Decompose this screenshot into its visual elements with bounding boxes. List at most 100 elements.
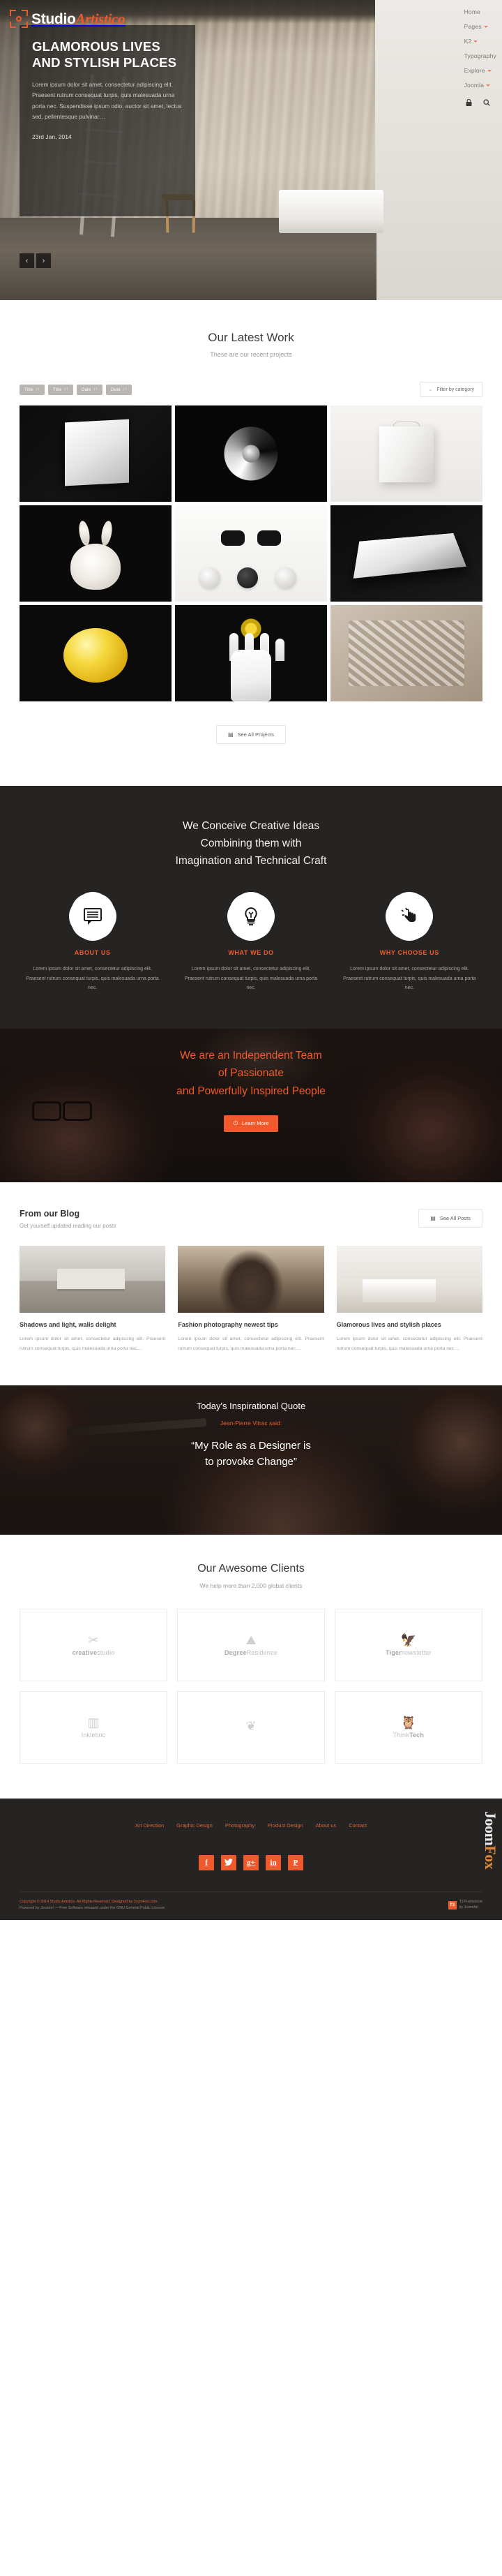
footer-link-photography[interactable]: Photography [225, 1822, 255, 1829]
portfolio-item-glasses-lenses[interactable] [175, 505, 327, 602]
blog-post-excerpt: Lorem ipsum dolor sit amet, consectetur … [20, 1337, 166, 1351]
copyright-bar: Copyright © 2014 Studio Artistico. All R… [20, 1891, 482, 1920]
footer-link-contact[interactable]: Contact [349, 1822, 367, 1829]
bird-icon: 🦅 [400, 1632, 417, 1647]
t3-framework-badge[interactable]: T3 T3 Framework by JoomlArt [448, 1900, 482, 1911]
joomfox-text-fox: Fox [482, 1845, 499, 1870]
site-logo[interactable]: StudioArtistico [10, 10, 126, 28]
nav-item-home[interactable]: Home [464, 8, 480, 15]
feature-why-choose-us[interactable]: WHY CHOOSE US Lorem ipsum dolor sit amet… [337, 896, 482, 992]
footer-link-about-us[interactable]: About us [316, 1822, 337, 1829]
blog-post-title: Fashion photography newest tips [178, 1321, 278, 1329]
portfolio-item-spiral-shell[interactable] [175, 405, 327, 502]
copyright-line1: Copyright © 2014 Studio Artistico. All R… [20, 1899, 158, 1904]
quote-text-line2: to provoke Change” [205, 1456, 297, 1468]
leaf-icon: ❦ [245, 1718, 257, 1733]
lock-icon[interactable] [466, 98, 472, 108]
client-logo-thinktech[interactable]: 🦉 ThinkTech [335, 1690, 482, 1764]
nav-item-k2[interactable]: K2 [464, 38, 478, 45]
latest-work-section: Our Latest Work These are our recent pro… [0, 300, 502, 786]
see-all-projects-button[interactable]: ▤ See All Projects [215, 725, 287, 744]
google-plus-icon[interactable]: g+ [243, 1854, 259, 1870]
nav-item-pages[interactable]: Pages [464, 23, 488, 30]
client-logo-inkletinc[interactable]: ▥ Inkletinc [20, 1690, 167, 1764]
nav-label: Typography [464, 52, 496, 59]
blog-post-card[interactable]: Glamorous lives and stylish places Lorem… [336, 1246, 482, 1353]
learn-more-button[interactable]: ⏻ Learn More [223, 1115, 279, 1132]
t3-label: T3 Framework by JoomlArt [459, 1900, 482, 1911]
chevron-down-icon [487, 69, 492, 72]
linkedin-icon[interactable]: in [266, 1854, 281, 1870]
twitter-icon[interactable] [221, 1854, 236, 1870]
sort-date-desc-button[interactable]: Date ↓↑ [106, 384, 132, 395]
client-logo-leaf[interactable]: ❦ [177, 1690, 325, 1764]
portfolio-item-yellow-lemon[interactable] [20, 605, 172, 701]
nav-item-joomla[interactable]: Joomla [464, 82, 491, 89]
clients-section: Our Awesome Clients We help more than 2,… [0, 1535, 502, 1799]
feature-body: Lorem ipsum dolor sit amet, consectetur … [184, 967, 318, 990]
nav-label: Joomla [464, 82, 485, 89]
blog-thumbnail[interactable] [20, 1246, 166, 1313]
feature-title: WHY CHOOSE US [379, 949, 439, 957]
camera-frame-icon [10, 10, 28, 28]
blog-post-card[interactable]: Fashion photography newest tips Lorem ip… [178, 1246, 324, 1353]
pinterest-icon[interactable]: P [288, 1854, 303, 1870]
feature-what-we-do[interactable]: WHAT WE DO Lorem ipsum dolor sit amet, c… [178, 896, 324, 992]
footer-link-list[interactable]: Art Direction Graphic Design Photography… [20, 1822, 482, 1829]
nav-label: Pages [464, 23, 482, 30]
slider-next-button[interactable]: › [36, 253, 51, 268]
team-content: We are an Independent Team of Passionate… [0, 1029, 502, 1132]
hero-description: Lorem ipsum dolor sit amet, consectetur … [32, 81, 182, 121]
blog-thumbnail[interactable] [336, 1246, 482, 1313]
blog-thumbnail[interactable] [178, 1246, 324, 1313]
feature-body: Lorem ipsum dolor sit amet, consectetur … [26, 967, 159, 990]
portfolio-item-crumpled-fabric[interactable] [330, 605, 482, 701]
sort-label: Date [111, 387, 121, 392]
portfolio-item-paper-bag[interactable] [330, 405, 482, 502]
footer-link-art-direction[interactable]: Art Direction [135, 1822, 164, 1829]
grid-icon: ▤ [430, 1215, 436, 1222]
portfolio-item-plush-bunny[interactable] [20, 505, 172, 602]
slider-prev-button[interactable]: ‹ [20, 253, 34, 268]
chevron-down-icon [486, 84, 491, 87]
filter-by-category-button[interactable]: ⌄ Filter by category [420, 382, 482, 397]
logo-text: StudioArtistico [31, 10, 126, 27]
hero-slider-controls[interactable]: ‹ › [20, 253, 51, 268]
main-navigation[interactable]: Home Pages K2 Typography Explore Joomla [452, 6, 496, 108]
client-logo-degree-residence[interactable]: ⛰ DegreeResidence [177, 1608, 325, 1681]
team-parallax-section: We are an Independent Team of Passionate… [0, 1029, 502, 1183]
footer-link-product-design[interactable]: Product Design [267, 1822, 303, 1829]
portfolio-item-folded-paper[interactable] [20, 405, 172, 502]
portfolio-item-open-book[interactable] [330, 505, 482, 602]
client-name: ThinkTech [393, 1731, 425, 1739]
logo-text-artistico: Artistico [75, 10, 126, 27]
client-logo-creative-studio[interactable]: ✂ creativestudio [20, 1608, 167, 1681]
t3-logo-icon: T3 [448, 1900, 457, 1909]
sort-date-asc-button[interactable]: Date ↓↑ [76, 384, 103, 395]
hero-caption-card: GLAMOROUS LIVES AND STYLISH PLACES Lorem… [20, 25, 195, 216]
team-heading-line2: of Passionate [218, 1067, 284, 1080]
blog-post-card[interactable]: Shadows and light, walls delight Lorem i… [20, 1246, 166, 1353]
chevron-down-icon: ⌄ [428, 387, 433, 392]
see-all-posts-label: See All Posts [439, 1215, 471, 1222]
nav-label: Explore [464, 67, 485, 74]
blog-subtitle: Get yourself updated reading our posts [20, 1223, 116, 1230]
hero-date: 23rd Jan, 2014 [32, 133, 72, 140]
social-links[interactable]: f g+ in P [20, 1854, 482, 1870]
quote-title: Today's Inspirational Quote [196, 1400, 306, 1411]
footer-link-graphic-design[interactable]: Graphic Design [176, 1822, 213, 1829]
feature-title: WHAT WE DO [228, 949, 274, 957]
see-all-posts-button[interactable]: ▤ See All Posts [418, 1209, 482, 1228]
sort-title-asc-button[interactable]: Title ↓↑ [20, 384, 45, 395]
nav-item-typography[interactable]: Typography [464, 52, 496, 59]
facebook-icon[interactable]: f [199, 1854, 214, 1870]
sort-label: Title [52, 387, 62, 392]
search-icon[interactable] [482, 99, 490, 108]
sort-title-desc-button[interactable]: Title ↓↑ [47, 384, 73, 395]
feature-about-us[interactable]: ABOUT US Lorem ipsum dolor sit amet, con… [20, 896, 165, 992]
portfolio-item-hand-flower[interactable] [175, 605, 327, 701]
client-logo-tiger-newsletter[interactable]: 🦅 Tigernowsletter [335, 1608, 482, 1681]
quote-text-line1: “My Role as a Designer is [191, 1439, 311, 1452]
nav-label: K2 [464, 38, 472, 45]
nav-item-explore[interactable]: Explore [464, 67, 492, 74]
